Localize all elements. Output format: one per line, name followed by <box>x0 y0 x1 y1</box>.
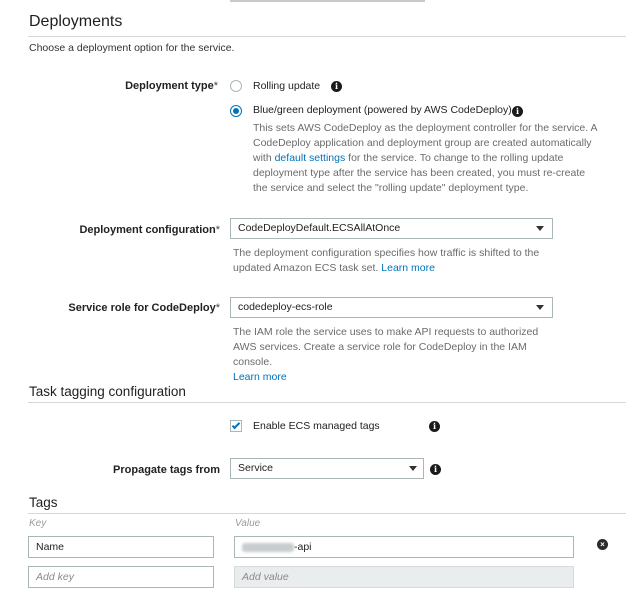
section-divider <box>28 402 626 403</box>
enable-ecs-tags-checkbox[interactable] <box>230 420 242 432</box>
blue-green-help: This sets AWS CodeDeploy as the deployme… <box>253 122 597 194</box>
task-tagging-title: Task tagging configuration <box>29 384 186 399</box>
service-role-label: Service role for CodeDeploy* <box>68 302 220 314</box>
deployment-configuration-help: The deployment configuration specifies h… <box>233 247 540 274</box>
redacted-text <box>242 542 294 552</box>
remove-tag-icon[interactable]: × <box>597 539 608 550</box>
section-divider <box>28 513 626 514</box>
new-tag-key-input[interactable]: Add key <box>28 566 214 588</box>
info-icon[interactable]: i <box>429 421 440 432</box>
tags-title: Tags <box>29 495 58 510</box>
propagate-tags-select[interactable]: Service <box>230 458 424 479</box>
learn-more-link[interactable]: Learn more <box>233 371 287 383</box>
rolling-update-label[interactable]: Rolling update <box>253 80 320 92</box>
service-role-select[interactable]: codedeploy-ecs-role <box>230 297 553 318</box>
propagate-tags-label: Propagate tags from <box>113 464 220 476</box>
deployment-configuration-select[interactable]: CodeDeployDefault.ECSAllAtOnce <box>230 218 553 239</box>
deployment-type-label: Deployment type* <box>125 80 218 92</box>
chevron-down-icon <box>536 305 544 310</box>
new-tag-value-input: Add value <box>234 566 574 588</box>
value-column-header: Value <box>235 518 261 529</box>
rolling-update-radio[interactable] <box>230 80 242 92</box>
deployments-subtitle: Choose a deployment option for the servi… <box>29 42 235 54</box>
learn-more-link[interactable]: Learn more <box>381 262 435 274</box>
section-divider <box>28 36 626 37</box>
info-icon[interactable]: i <box>331 81 342 92</box>
deployment-configuration-label: Deployment configuration* <box>79 224 220 236</box>
previous-section-edge <box>230 0 425 2</box>
chevron-down-icon <box>536 226 544 231</box>
enable-ecs-tags-label[interactable]: Enable ECS managed tags <box>253 420 380 432</box>
tag-key-input[interactable]: Name <box>28 536 214 558</box>
chevron-down-icon <box>409 466 417 471</box>
deployments-title: Deployments <box>29 13 123 30</box>
info-icon[interactable]: i <box>512 106 523 117</box>
default-settings-link[interactable]: default settings <box>275 152 346 164</box>
blue-green-label[interactable]: Blue/green deployment (powered by AWS Co… <box>253 104 512 116</box>
service-role-help: The IAM role the service uses to make AP… <box>233 326 539 383</box>
blue-green-radio[interactable] <box>230 105 242 117</box>
key-column-header: Key <box>29 518 47 529</box>
info-icon[interactable]: i <box>430 464 441 475</box>
tag-value-input[interactable]: -api <box>234 536 574 558</box>
